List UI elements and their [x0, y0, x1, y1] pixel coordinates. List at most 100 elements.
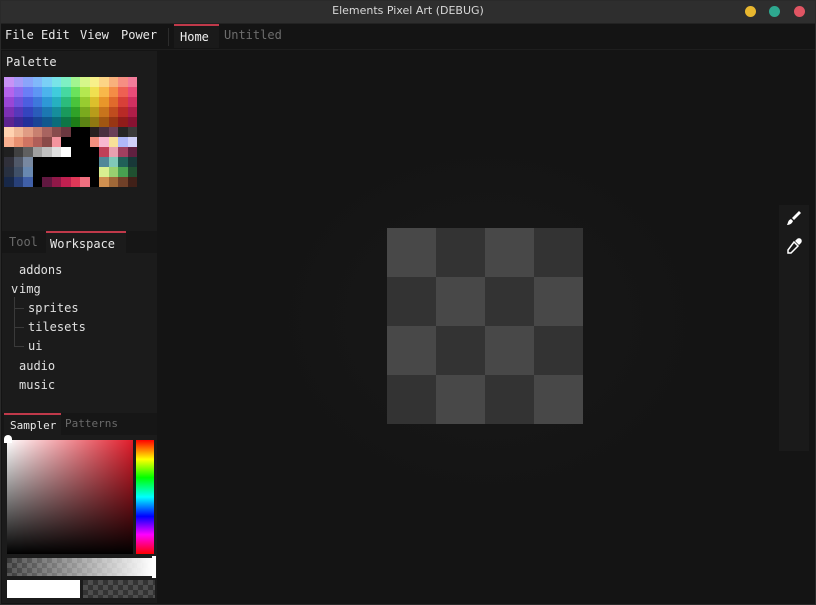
palette-swatch[interactable] — [89, 87, 99, 97]
palette-swatch[interactable] — [89, 147, 99, 157]
palette-swatch[interactable] — [127, 97, 137, 107]
palette-swatch[interactable] — [89, 157, 99, 167]
palette-swatch[interactable] — [32, 97, 42, 107]
palette-swatch[interactable] — [70, 87, 80, 97]
palette-swatch[interactable] — [70, 107, 80, 117]
palette-swatch[interactable] — [70, 137, 80, 147]
menu-view[interactable]: View — [80, 26, 109, 46]
palette-swatch[interactable] — [137, 167, 147, 177]
palette-swatch[interactable] — [99, 137, 109, 147]
secondary-color-swatch[interactable] — [83, 580, 155, 598]
palette-swatch[interactable] — [146, 97, 156, 107]
palette-swatch[interactable] — [42, 77, 52, 87]
palette-swatch[interactable] — [51, 147, 61, 157]
tree-item-img[interactable]: img — [19, 282, 41, 296]
palette-swatch[interactable] — [13, 117, 23, 127]
palette-swatch[interactable] — [42, 137, 52, 147]
palette-swatch[interactable] — [70, 167, 80, 177]
palette-swatch[interactable] — [137, 107, 147, 117]
canvas-pixel[interactable] — [387, 375, 436, 424]
palette-swatch[interactable] — [137, 87, 147, 97]
palette-swatch[interactable] — [108, 167, 118, 177]
canvas-area[interactable] — [158, 51, 814, 603]
palette-swatch[interactable] — [146, 117, 156, 127]
palette-swatch[interactable] — [61, 167, 71, 177]
canvas-pixel[interactable] — [534, 326, 583, 375]
palette-swatch[interactable] — [137, 117, 147, 127]
palette-swatch[interactable] — [127, 77, 137, 87]
tree-item-tilesets[interactable]: tilesets — [28, 320, 86, 334]
palette-swatch[interactable] — [89, 77, 99, 87]
palette-swatch[interactable] — [61, 117, 71, 127]
palette-swatch[interactable] — [137, 127, 147, 137]
tree-item-sprites[interactable]: sprites — [28, 301, 79, 315]
palette-swatch[interactable] — [137, 157, 147, 167]
palette-swatch[interactable] — [146, 107, 156, 117]
palette-swatch[interactable] — [99, 147, 109, 157]
palette-swatch[interactable] — [51, 157, 61, 167]
palette-swatch[interactable] — [70, 127, 80, 137]
palette-swatch[interactable] — [89, 117, 99, 127]
palette-swatch[interactable] — [4, 87, 14, 97]
alpha-slider[interactable] — [7, 558, 153, 576]
palette-swatch[interactable] — [118, 157, 128, 167]
palette-swatch[interactable] — [89, 97, 99, 107]
canvas-pixel[interactable] — [534, 228, 583, 277]
palette-swatch[interactable] — [13, 167, 23, 177]
palette-swatch[interactable] — [118, 117, 128, 127]
palette-swatch[interactable] — [89, 167, 99, 177]
palette-swatch[interactable] — [127, 177, 137, 187]
palette-swatch[interactable] — [4, 167, 14, 177]
tree-expand-img[interactable]: v — [11, 282, 18, 296]
palette-swatch[interactable] — [42, 117, 52, 127]
primary-color-swatch[interactable] — [7, 580, 80, 598]
palette-swatch[interactable] — [23, 77, 33, 87]
palette-swatch[interactable] — [23, 127, 33, 137]
palette-swatch[interactable] — [118, 97, 128, 107]
palette-swatch[interactable] — [127, 157, 137, 167]
palette-swatch[interactable] — [127, 87, 137, 97]
palette-swatch[interactable] — [146, 127, 156, 137]
canvas-pixel[interactable] — [436, 375, 485, 424]
tab-untitled[interactable]: Untitled — [224, 24, 282, 48]
palette-swatch[interactable] — [80, 107, 90, 117]
palette-swatch[interactable] — [80, 147, 90, 157]
palette-swatch[interactable] — [42, 157, 52, 167]
palette-swatch[interactable] — [108, 177, 118, 187]
palette-swatch[interactable] — [13, 147, 23, 157]
saturation-value-handle[interactable] — [4, 435, 12, 443]
eyedropper-tool-button[interactable] — [784, 236, 804, 256]
palette-swatch[interactable] — [137, 137, 147, 147]
canvas-pixel[interactable] — [534, 277, 583, 326]
tree-item-music[interactable]: music — [19, 378, 55, 392]
palette-swatch[interactable] — [70, 77, 80, 87]
palette-swatch[interactable] — [70, 157, 80, 167]
palette-swatch[interactable] — [80, 177, 90, 187]
palette-swatch[interactable] — [32, 167, 42, 177]
brush-tool-button[interactable] — [784, 208, 804, 228]
palette-swatch[interactable] — [127, 137, 137, 147]
canvas-pixel[interactable] — [387, 277, 436, 326]
palette-swatch[interactable] — [89, 127, 99, 137]
hue-slider[interactable] — [136, 440, 154, 554]
palette-swatch[interactable] — [51, 137, 61, 147]
palette-swatch[interactable] — [4, 117, 14, 127]
palette-swatch[interactable] — [127, 147, 137, 157]
menu-edit[interactable]: Edit — [41, 26, 70, 46]
palette-swatch[interactable] — [23, 87, 33, 97]
palette-swatch[interactable] — [13, 137, 23, 147]
palette-swatch[interactable] — [4, 127, 14, 137]
palette-swatch[interactable] — [51, 97, 61, 107]
close-button[interactable] — [794, 6, 805, 17]
palette-swatch[interactable] — [32, 87, 42, 97]
palette-swatch[interactable] — [13, 87, 23, 97]
tab-home[interactable]: Home — [174, 24, 219, 48]
tab-workspace[interactable]: Workspace — [46, 231, 126, 253]
palette-swatch[interactable] — [42, 87, 52, 97]
palette-swatch[interactable] — [146, 177, 156, 187]
palette-swatch[interactable] — [51, 127, 61, 137]
canvas-pixel[interactable] — [534, 375, 583, 424]
palette-swatch[interactable] — [108, 157, 118, 167]
palette-swatch[interactable] — [146, 167, 156, 177]
palette-swatch[interactable] — [89, 137, 99, 147]
